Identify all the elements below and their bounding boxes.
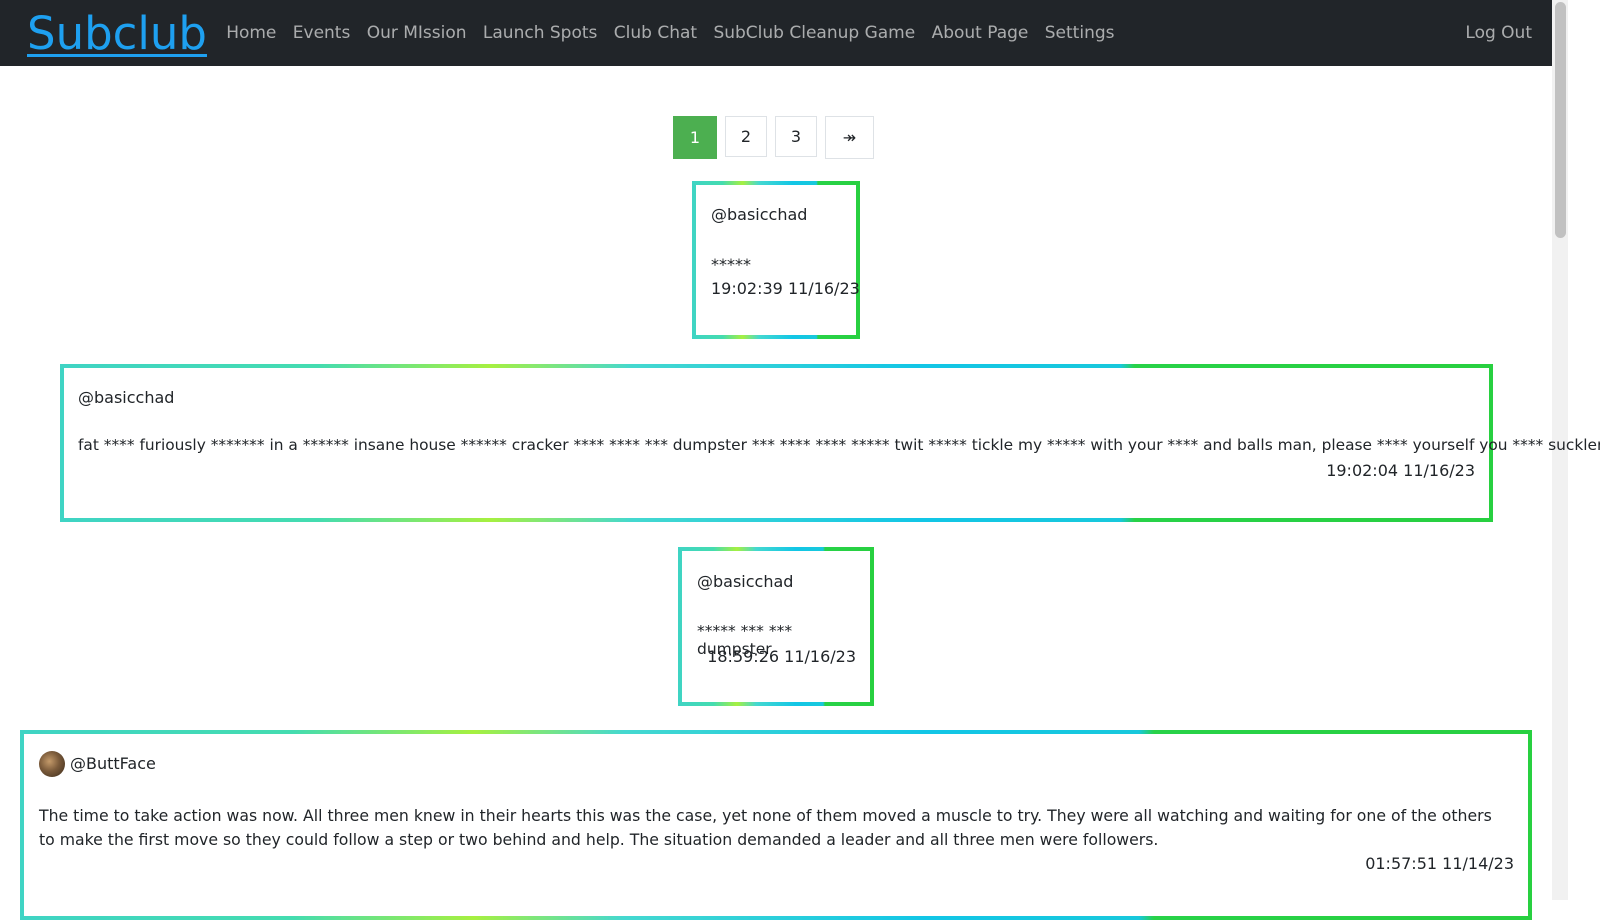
user-avatar[interactable] (39, 751, 65, 777)
next-page-button[interactable]: ↠ (825, 116, 874, 159)
navbar: Subclub Home Events Our MIssion Launch S… (0, 0, 1552, 66)
nav-link-club-chat[interactable]: Club Chat (606, 23, 706, 43)
brand-logo-link[interactable]: Subclub (27, 4, 207, 64)
scrollbar-thumb[interactable] (1555, 2, 1566, 238)
post-message: The time to take action was now. All thr… (39, 806, 1492, 849)
nav-link-settings[interactable]: Settings (1037, 23, 1123, 43)
nav-link-cleanup-game[interactable]: SubClub Cleanup Game (705, 23, 923, 43)
post-username[interactable]: @basicchad (78, 388, 174, 407)
page-button-2[interactable]: 2 (725, 116, 767, 157)
nav-link-about[interactable]: About Page (923, 23, 1036, 43)
post-timestamp: 19:02:39 11/16/23 (711, 279, 860, 298)
post-timestamp: 18:59:26 11/16/23 (707, 647, 856, 666)
post-timestamp: 01:57:51 11/14/23 (1365, 854, 1514, 873)
nav-link-home[interactable]: Home (218, 23, 285, 43)
post-username[interactable]: @basicchad (711, 205, 807, 224)
chat-post: @basicchad ***** 19:02:39 11/16/23 (692, 181, 860, 339)
nav-link-our-mission[interactable]: Our MIssion (359, 23, 475, 43)
logout-link[interactable]: Log Out (1465, 0, 1532, 66)
page-button-3[interactable]: 3 (775, 116, 817, 157)
nav-link-events[interactable]: Events (285, 23, 359, 43)
post-message: fat **** furiously ******* in a ****** i… (78, 436, 1600, 454)
nav-link-launch-spots[interactable]: Launch Spots (475, 23, 606, 43)
post-message: ***** (711, 255, 751, 274)
pagination: 1 2 3 ↠ (673, 116, 874, 159)
post-username[interactable]: @ButtFace (70, 754, 156, 773)
chat-post: @basicchad ***** *** *** dumpster 18:59:… (678, 547, 874, 706)
post-timestamp: 19:02:04 11/16/23 (1326, 461, 1475, 480)
chat-post: @basicchad fat **** furiously ******* in… (60, 364, 1600, 522)
chat-post: @ButtFace The time to take action was no… (20, 730, 1532, 920)
nav-links: Home Events Our MIssion Launch Spots Clu… (218, 0, 1123, 66)
post-username[interactable]: @basicchad (697, 572, 793, 591)
page-button-1[interactable]: 1 (673, 116, 717, 159)
